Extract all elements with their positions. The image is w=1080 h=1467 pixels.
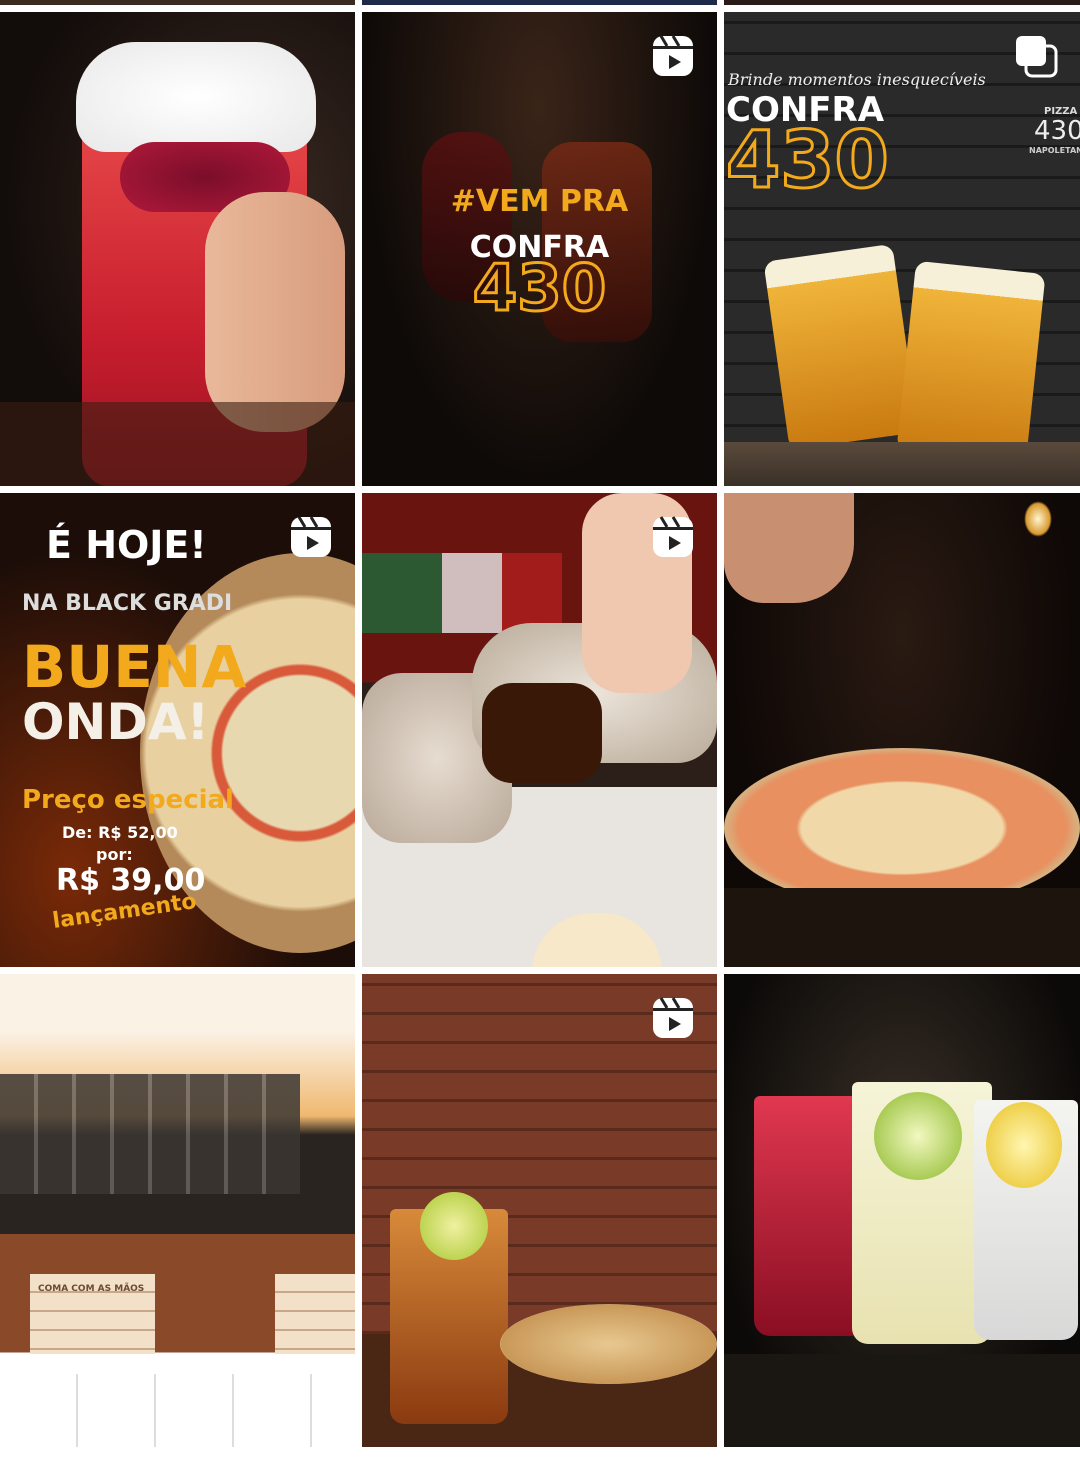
post-tile[interactable]: #VEM PRA CONFRA 430 <box>362 12 717 486</box>
board <box>724 888 1080 967</box>
lemon-slice <box>986 1102 1062 1188</box>
caption-line: Brinde momentos inesquecíveis <box>728 70 986 89</box>
caption-line: 430 <box>471 251 608 328</box>
caption-line: Preço especial <box>22 785 234 815</box>
hand <box>205 192 345 432</box>
post-tile[interactable] <box>724 493 1080 967</box>
post-tile[interactable]: COMA COM AS MÃOS <box>0 974 355 1447</box>
beer-mug-left <box>763 243 919 451</box>
post-tile[interactable]: Brinde momentos inesquecíveis CONFRA 430… <box>724 12 1080 486</box>
pizza-plate <box>500 1304 717 1384</box>
caption-line: por: <box>96 845 133 864</box>
reel-icon <box>651 515 695 559</box>
counter <box>724 1354 1080 1447</box>
reel-icon <box>289 515 333 559</box>
caption-line: #VEM PRA <box>450 184 629 219</box>
reel-icon <box>651 34 695 78</box>
caption-line: BUENA <box>22 633 247 701</box>
caption-line: NA BLACK GRADI <box>22 591 233 616</box>
drink-foam <box>76 42 316 152</box>
pizza-boxes-right <box>275 1274 355 1354</box>
caption-line: 430 <box>1034 116 1080 146</box>
caption-line: De: R$ 52,00 <box>62 823 178 842</box>
green-wall-stripe <box>362 553 562 633</box>
carousel-icon <box>1014 34 1058 78</box>
post-tile[interactable] <box>362 974 717 1447</box>
table <box>0 402 355 486</box>
oven-rack <box>0 1074 300 1194</box>
lemon-slice <box>420 1192 488 1260</box>
beer-mug-right <box>896 260 1046 464</box>
lime-slice <box>874 1092 962 1180</box>
shrimp-pizza <box>724 748 1080 908</box>
post-tile[interactable] <box>362 493 717 967</box>
chocolate-filling <box>482 683 602 783</box>
wood-table <box>724 442 1080 486</box>
post-tile[interactable] <box>724 974 1080 1447</box>
white-tiles <box>0 1374 355 1447</box>
reel-icon <box>651 996 695 1040</box>
caption-line: ONDA! <box>22 693 210 751</box>
hand-sprinkle <box>724 493 854 603</box>
caption-line: COMA COM AS MÃOS <box>38 1284 145 1294</box>
profile-posts-grid: #VEM PRA CONFRA 430 Brinde momentos ines… <box>0 0 1080 1467</box>
caption-line: NAPOLETANA <box>1029 146 1080 155</box>
grid-row-partial-top <box>0 0 1080 5</box>
ice-cream <box>532 913 662 967</box>
post-tile[interactable] <box>0 12 355 486</box>
caption-line: É HOJE! <box>46 523 207 567</box>
caption-line: 430 <box>725 115 891 208</box>
post-tile[interactable]: É HOJE! NA BLACK GRADI BUENA ONDA! Preço… <box>0 493 355 967</box>
red-drink <box>754 1096 866 1336</box>
light-bulb <box>1024 501 1052 537</box>
